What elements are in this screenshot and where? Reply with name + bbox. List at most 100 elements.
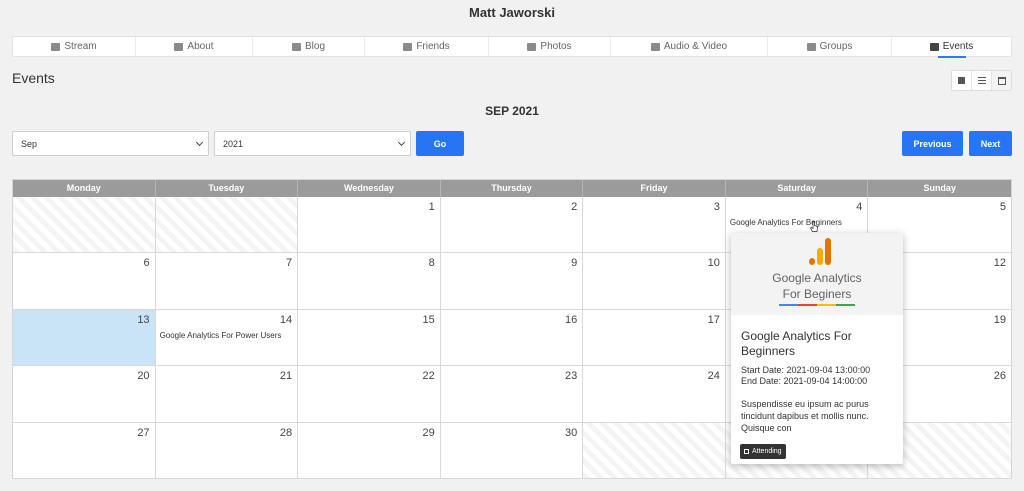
tab-friends[interactable]: Friends [365,37,489,56]
tab-stream[interactable]: Stream [13,37,136,56]
video-icon [650,42,660,51]
month-title: SEP 2021 [485,104,539,118]
chevron-down-icon [397,138,406,147]
day-number: 6 [143,257,150,270]
tab-label: Groups [819,41,853,52]
calendar-day-cell[interactable]: 29 [298,422,441,479]
banner-text-line2: For Beginers [782,287,852,301]
calendar-event-link[interactable]: Google Analytics For Beginners [730,218,842,227]
tab-label: Audio & Video [663,41,728,52]
tab-label: Events [942,41,974,52]
calendar-icon [929,42,939,51]
list-view-button[interactable] [972,71,992,90]
calendar-empty-cell [583,422,726,479]
day-number: 10 [707,257,720,270]
weekday-label: Saturday [726,180,869,197]
day-number: 1 [428,201,435,213]
day-number: 28 [279,426,293,439]
weekday-label: Wednesday [298,180,441,197]
tab-label: Stream [64,41,97,52]
tab-photos[interactable]: Photos [489,37,611,56]
event-description: Suspendisse eu ipsum ac purus tincidunt … [741,399,869,433]
page-title: Events [12,70,55,86]
event-end-date: End Date: 2021-09-04 14:00:00 [741,376,868,386]
calendar-day-cell[interactable]: 22 [298,366,441,423]
google-color-line [779,304,855,306]
calendar-empty-cell [155,197,299,254]
calendar-event-link[interactable]: Google Analytics For Power Users [160,331,282,340]
day-number: 14 [279,313,293,326]
calendar-day-cell[interactable]: 1 [298,197,441,254]
calendar-day-cell[interactable]: 8 [298,253,441,310]
day-number: 4 [856,201,863,213]
tab-label: About [187,41,214,52]
calendar-day-cell[interactable]: 21 [155,366,299,423]
profile-tabs: Stream About Blog Friends Photos Audio &… [12,36,1012,58]
go-button[interactable]: Go [416,131,464,156]
profile-name: Matt Jaworski [469,5,555,20]
tab-blog[interactable]: Blog [253,37,365,56]
tab-label: Photos [540,41,572,52]
day-number: 22 [422,370,435,383]
tab-groups[interactable]: Groups [768,37,892,56]
calendar-view-icon [997,76,1006,85]
calendar-day-cell[interactable]: 24 [583,366,726,423]
calendar-day-cell[interactable]: 7 [155,253,299,310]
day-number: 17 [707,313,720,326]
calendar-day-cell[interactable]: 30 [440,422,584,479]
attending-badge[interactable]: Attending [740,444,786,459]
hand-cursor-icon [810,221,818,232]
calendar-day-cell[interactable]: 3 [583,197,726,254]
tab-events[interactable]: Events [892,37,1011,58]
day-number: 15 [422,313,435,326]
calendar-day-cell[interactable]: 13 [13,309,156,367]
tab-audio-video[interactable]: Audio & Video [611,37,768,56]
year-select[interactable]: 2021 [214,131,411,156]
camera-icon [527,42,537,51]
day-number: 8 [428,257,435,270]
calendar-day-cell[interactable]: 15 [298,309,441,367]
month-select-value: Sep [21,138,38,149]
calendar-view-button[interactable] [992,71,1011,90]
blog-icon [291,42,301,51]
next-button[interactable]: Next [969,131,1012,156]
calendar-day-cell[interactable]: 20 [13,366,156,423]
list-icon [977,77,986,84]
calendar-day-cell[interactable]: 2 [440,197,584,254]
tab-label: Friends [416,41,450,52]
day-number: 30 [565,426,578,439]
calendar-day-cell[interactable]: 17 [583,309,726,367]
grid-view-button[interactable] [952,71,972,90]
calendar-day-cell[interactable]: 16 [440,309,584,367]
day-number: 3 [713,201,720,213]
analytics-logo-icon [809,237,831,265]
event-start-date: Start Date: 2021-09-04 13:00:00 [741,365,871,375]
year-select-value: 2021 [223,138,244,149]
day-number: 19 [993,313,1006,326]
calendar-check-icon [744,449,749,454]
weekday-header: Monday Tuesday Wednesday Thursday Friday… [13,180,1011,197]
day-number: 26 [993,370,1006,383]
attending-label: Attending [752,448,782,455]
calendar-day-cell[interactable]: 23 [440,366,584,423]
weekday-label: Friday [583,180,726,197]
day-number: 7 [286,257,293,270]
weekday-label: Tuesday [156,180,299,197]
calendar-empty-cell [13,197,156,254]
calendar-day-cell[interactable]: 9 [440,253,584,310]
day-number: 16 [565,313,578,326]
day-number: 2 [571,201,578,213]
view-switch [951,70,1012,91]
calendar-day-cell[interactable]: 27 [13,422,156,479]
calendar-day-cell[interactable]: 10 [583,253,726,310]
day-number: 12 [993,257,1006,270]
calendar-day-cell[interactable]: 28 [155,422,299,479]
day-number: 29 [422,426,435,439]
previous-button[interactable]: Previous [902,131,963,156]
day-number: 21 [279,370,293,383]
day-number: 9 [571,257,578,270]
calendar-day-cell[interactable]: 6 [13,253,156,310]
tab-about[interactable]: About [136,37,253,56]
month-select[interactable]: Sep [12,131,209,156]
calendar-day-cell[interactable]: 14 Google Analytics For Power Users [155,309,299,367]
